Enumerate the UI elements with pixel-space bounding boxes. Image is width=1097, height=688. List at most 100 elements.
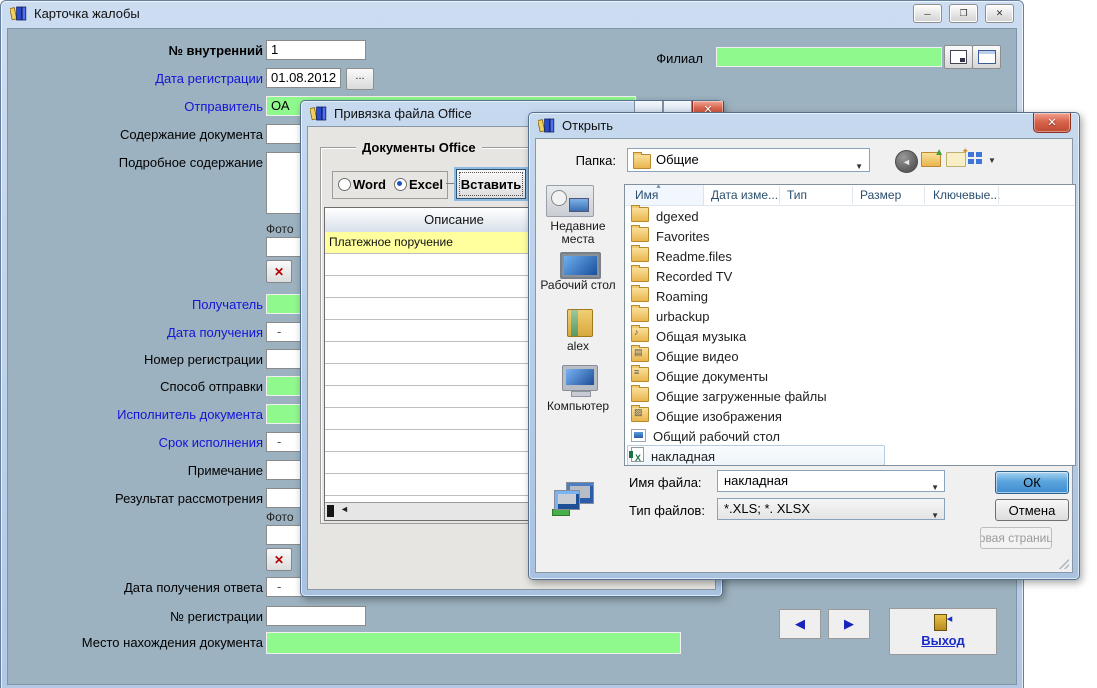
- exit-button[interactable]: ◂ Выход: [889, 608, 997, 655]
- file-row[interactable]: Recorded TV: [625, 266, 1075, 286]
- filial-field[interactable]: [716, 47, 942, 67]
- file-row[interactable]: ▨Общие изображения: [625, 406, 1075, 426]
- file-row[interactable]: Общие загруженные файлы: [625, 386, 1075, 406]
- ok-button[interactable]: ОК: [995, 471, 1069, 494]
- maximize-icon: ❐: [959, 8, 967, 19]
- filial-open-form-button[interactable]: [944, 45, 973, 69]
- excel-radio-label[interactable]: Excel: [409, 177, 443, 192]
- file-name: Recorded TV: [656, 269, 732, 284]
- date-picker-button[interactable]: ...: [346, 68, 374, 90]
- sidebar-item-user[interactable]: alex: [536, 340, 620, 353]
- scroll-left-icon[interactable]: ◄: [340, 504, 349, 514]
- dropdown-icon[interactable]: ▼: [931, 506, 939, 526]
- registration-date-field[interactable]: 01.08.2012: [266, 68, 341, 88]
- resize-grip[interactable]: [1059, 559, 1069, 569]
- recent-places-icon[interactable]: [546, 185, 594, 217]
- desktop-icon[interactable]: [560, 252, 601, 279]
- file-row[interactable]: ▤Общие видео: [625, 346, 1075, 366]
- network-icon[interactable]: [554, 482, 594, 512]
- insert-button-label: Вставить: [461, 177, 522, 192]
- file-row[interactable]: Readme.files: [625, 246, 1075, 266]
- file-name: dgexed: [656, 209, 699, 224]
- new-page-button-partial[interactable]: овая страниц: [980, 527, 1052, 549]
- main-titlebar[interactable]: Карточка жалобы ─ ❐ ✕: [1, 1, 1023, 26]
- computer-icon[interactable]: [562, 365, 598, 391]
- document-location-field[interactable]: [266, 632, 681, 654]
- views-dropdown-icon[interactable]: ▼: [988, 156, 996, 165]
- prev-record-button[interactable]: ◀: [779, 609, 821, 639]
- back-button[interactable]: ◄: [895, 150, 918, 173]
- column-header-type[interactable]: Тип: [787, 188, 807, 202]
- maximize-button[interactable]: ❐: [949, 4, 978, 23]
- field-label: Дата получения ответа: [23, 580, 263, 595]
- folder-icon: [631, 307, 649, 322]
- sidebar-item-computer[interactable]: Компьютер: [536, 400, 620, 413]
- field-label: № регистрации: [23, 609, 263, 624]
- field-label: Подробное содержание: [23, 155, 263, 170]
- new-folder-button[interactable]: ✦: [946, 152, 966, 167]
- photo-delete-button[interactable]: ✕: [266, 548, 292, 571]
- column-separator: [998, 186, 999, 204]
- minimize-button[interactable]: ─: [913, 4, 942, 23]
- file-row[interactable]: ♪Общая музыка: [625, 326, 1075, 346]
- internal-number-field[interactable]: 1: [266, 40, 366, 60]
- scrollbar-thumb[interactable]: [327, 505, 334, 517]
- column-header-date[interactable]: Дата изме...: [711, 188, 778, 202]
- cancel-button[interactable]: Отмена: [995, 499, 1069, 521]
- delete-icon: ✕: [274, 553, 284, 567]
- dialog-icon: [538, 118, 555, 133]
- exit-arrow-icon: ◂: [947, 613, 953, 625]
- photo-delete-button[interactable]: ✕: [266, 260, 292, 283]
- file-row[interactable]: dgexed: [625, 206, 1075, 226]
- file-name: накладная: [651, 449, 715, 464]
- file-name: Favorites: [656, 229, 709, 244]
- insert-button[interactable]: Вставить: [456, 169, 526, 199]
- column-header-size[interactable]: Размер: [860, 188, 901, 202]
- user-folder-icon[interactable]: [567, 309, 593, 337]
- filename-combobox[interactable]: накладная ▼: [717, 470, 945, 492]
- dropdown-icon[interactable]: ▼: [855, 157, 863, 177]
- excel-radio[interactable]: [394, 178, 407, 191]
- registration-no-field[interactable]: [266, 606, 366, 626]
- folder-icon: [633, 154, 651, 169]
- word-radio[interactable]: [338, 178, 351, 191]
- file-row-selected[interactable]: накладная: [625, 446, 1075, 466]
- dropdown-icon[interactable]: ▼: [931, 478, 939, 498]
- folder-value: Общие: [656, 150, 849, 170]
- music-folder-icon: ♪: [631, 327, 649, 342]
- file-row[interactable]: ≡Общие документы: [625, 366, 1075, 386]
- sidebar-item-recent-places[interactable]: Недавние места: [536, 220, 620, 246]
- field-label: Способ отправки: [23, 379, 263, 394]
- column-header-keywords[interactable]: Ключевые...: [933, 188, 1000, 202]
- up-level-button[interactable]: ▲: [921, 152, 941, 167]
- field-label: Дата регистрации: [23, 71, 263, 86]
- file-row[interactable]: Общий рабочий стол: [625, 426, 1075, 446]
- field-label: Исполнитель документа: [23, 407, 263, 422]
- open-dialog-titlebar[interactable]: Открыть: [529, 113, 1079, 137]
- app-icon: [10, 6, 27, 21]
- dialog-title: Открыть: [562, 118, 613, 133]
- video-folder-icon: ▤: [631, 347, 649, 362]
- next-record-button[interactable]: ▶: [828, 609, 870, 639]
- folder-icon: [631, 287, 649, 302]
- file-row[interactable]: Roaming: [625, 286, 1075, 306]
- up-arrow-icon: ▲: [934, 147, 944, 158]
- folder-combobox[interactable]: Общие ▼: [627, 148, 870, 172]
- filetype-combobox[interactable]: *.XLS; *. XLSX ▼: [717, 498, 945, 520]
- file-row[interactable]: urbackup: [625, 306, 1075, 326]
- close-button[interactable]: ✕: [985, 4, 1014, 23]
- group-title: Документы Office: [356, 140, 482, 155]
- views-button[interactable]: [968, 152, 983, 165]
- close-button[interactable]: ✕: [1033, 113, 1071, 133]
- filial-table-button[interactable]: [972, 45, 1001, 69]
- filetype-label: Тип файлов:: [629, 503, 705, 518]
- folder-icon: [631, 267, 649, 282]
- close-icon: ✕: [1047, 116, 1056, 129]
- table-icon: [978, 50, 996, 64]
- column-header-name[interactable]: Имя: [635, 188, 658, 202]
- word-radio-label[interactable]: Word: [353, 177, 386, 192]
- sidebar-item-desktop[interactable]: Рабочий стол: [536, 279, 620, 292]
- file-name: Общие документы: [656, 369, 768, 384]
- connector-line: [446, 183, 456, 184]
- file-row[interactable]: Favorites: [625, 226, 1075, 246]
